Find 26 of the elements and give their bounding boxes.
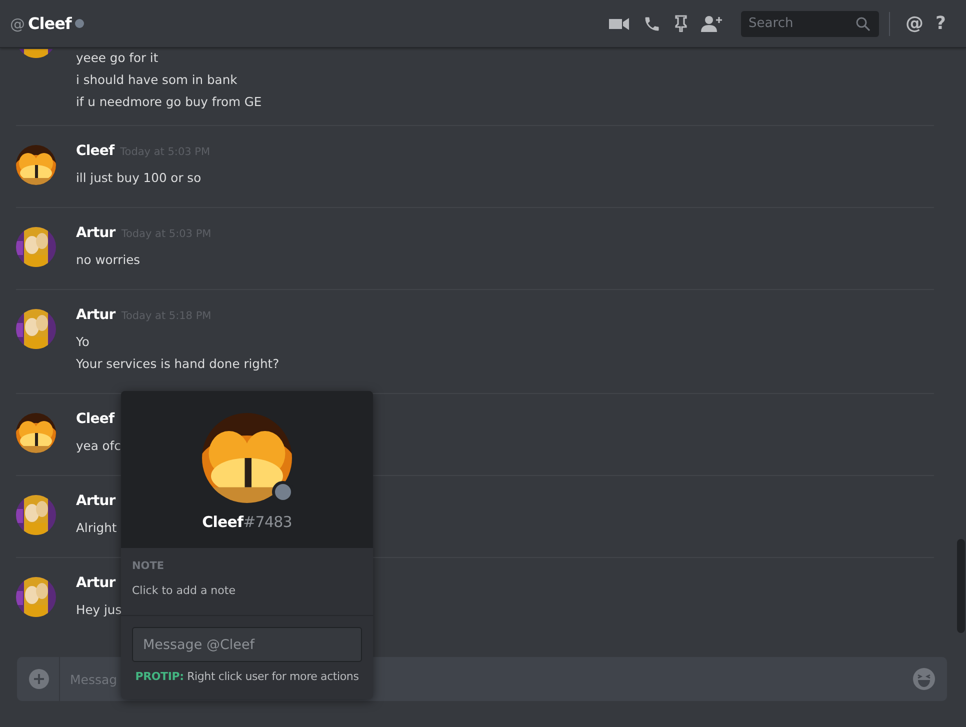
author-name[interactable]: Artur	[76, 225, 116, 241]
author-name[interactable]: Cleef	[76, 411, 114, 427]
note-label: NOTE	[132, 560, 166, 572]
search-field[interactable]: Search	[740, 10, 879, 36]
message-text: Your services is hand done right?	[76, 356, 280, 373]
user-tag: Cleef#7483	[202, 513, 292, 531]
message-text: Alright	[76, 520, 117, 537]
message-text: i should have som in bank	[76, 72, 238, 89]
channel-name: Cleef	[28, 14, 72, 33]
at-sign: @	[10, 14, 25, 32]
message-text: Yo	[76, 334, 90, 351]
message-text: yea ofc	[76, 438, 121, 455]
message-text: if u needmore go buy from GE	[76, 94, 262, 111]
message-text: ill just buy 100 or so	[76, 170, 202, 187]
mentions-button[interactable]: @	[900, 13, 930, 34]
author-name[interactable]: Artur	[76, 575, 116, 591]
author-name[interactable]: Artur	[76, 307, 116, 323]
message-text: Hey jus	[76, 602, 122, 619]
message-text: yeee go for it	[76, 50, 160, 67]
protip-text: PROTIP: Right click user for more actions	[134, 670, 360, 683]
author-name[interactable]: Artur	[76, 493, 116, 509]
author-name[interactable]: Cleef	[76, 143, 114, 159]
message-text: no worries	[76, 252, 142, 269]
note-field[interactable]: Click to add a note	[132, 584, 362, 597]
message-field[interactable]: Message @Cleef	[132, 627, 362, 662]
help-button[interactable]: ?	[930, 13, 952, 34]
